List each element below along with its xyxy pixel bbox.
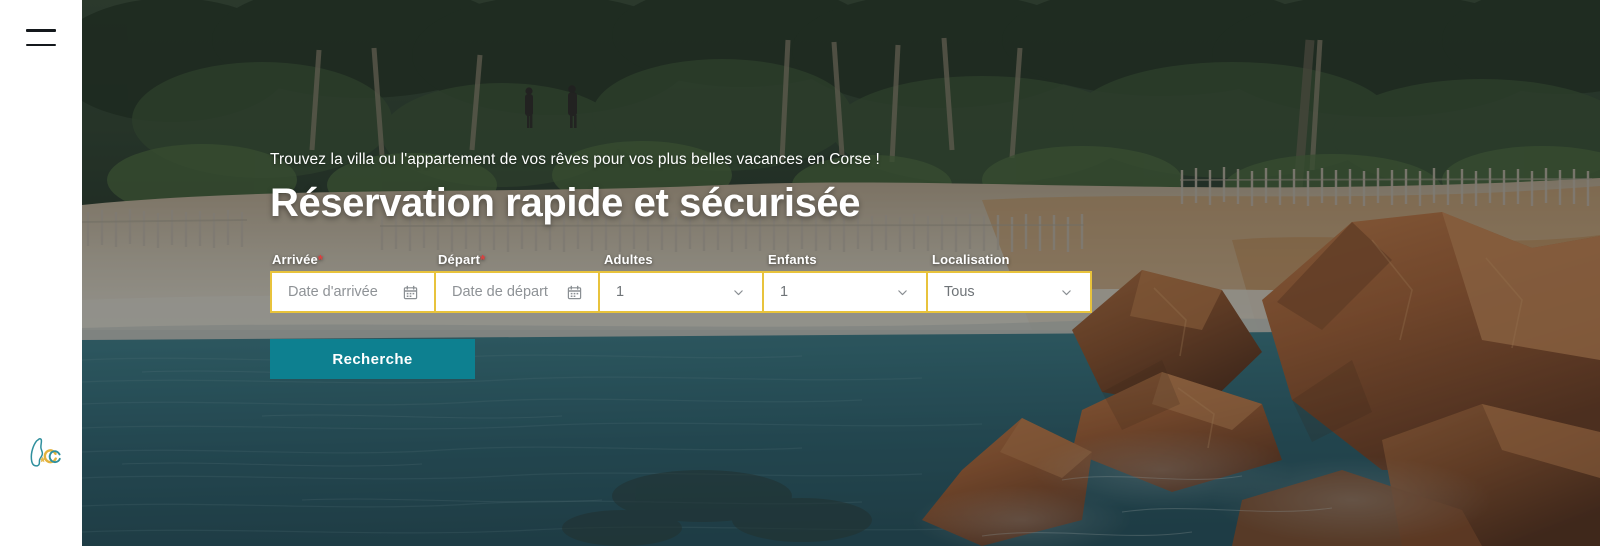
label-depart: Départ*	[436, 252, 602, 267]
label-arrivee-text: Arrivée	[272, 252, 318, 267]
children-value: 1	[780, 284, 789, 300]
search-fields-row: Date d'arrivée Date de départ 1 1 Tous	[270, 271, 1092, 313]
calendar-icon[interactable]	[560, 285, 588, 300]
required-marker-arrivee: *	[317, 252, 324, 267]
label-enfants: Enfants	[768, 252, 817, 267]
page-root: Trouvez la villa ou l'appartement de vos…	[0, 0, 1600, 546]
page-title: Réservation rapide et sécurisée	[270, 181, 861, 225]
required-marker-depart: *	[480, 252, 486, 267]
hero-content: Trouvez la villa ou l'appartement de vos…	[270, 150, 1450, 379]
arrival-date-placeholder: Date d'arrivée	[288, 284, 378, 300]
sidebar	[0, 0, 82, 546]
chevron-down-icon[interactable]	[724, 286, 752, 299]
children-select[interactable]: 1	[764, 273, 928, 311]
location-value: Tous	[944, 284, 975, 300]
departure-date-placeholder: Date de départ	[452, 284, 548, 300]
hamburger-menu-icon[interactable]	[26, 29, 56, 51]
hamburger-bar-top	[26, 29, 56, 32]
chevron-down-icon[interactable]	[1052, 286, 1080, 299]
search-form-labels: Arrivée* Départ* Adultes Enfants Localis…	[270, 245, 1092, 267]
search-form: Arrivée* Départ* Adultes Enfants Localis…	[270, 245, 1092, 379]
adults-select[interactable]: 1	[600, 273, 764, 311]
label-localisation: Localisation	[932, 252, 1010, 267]
hero-kicker: Trouvez la villa ou l'appartement de vos…	[270, 151, 880, 168]
location-select[interactable]: Tous	[928, 273, 1090, 311]
corsica-island-logo-icon[interactable]	[18, 430, 66, 478]
departure-date-field[interactable]: Date de départ	[436, 273, 600, 311]
arrival-date-field[interactable]: Date d'arrivée	[272, 273, 436, 311]
hero-banner: Trouvez la villa ou l'appartement de vos…	[82, 0, 1600, 546]
label-depart-text: Départ	[438, 252, 481, 267]
adults-value: 1	[616, 284, 625, 300]
calendar-icon[interactable]	[396, 285, 424, 300]
hamburger-bar-bottom	[26, 43, 56, 46]
label-adultes: Adultes	[604, 252, 653, 267]
search-button[interactable]: Recherche	[270, 339, 475, 379]
label-arrivee: Arrivée*	[270, 252, 436, 267]
chevron-down-icon[interactable]	[888, 286, 916, 299]
